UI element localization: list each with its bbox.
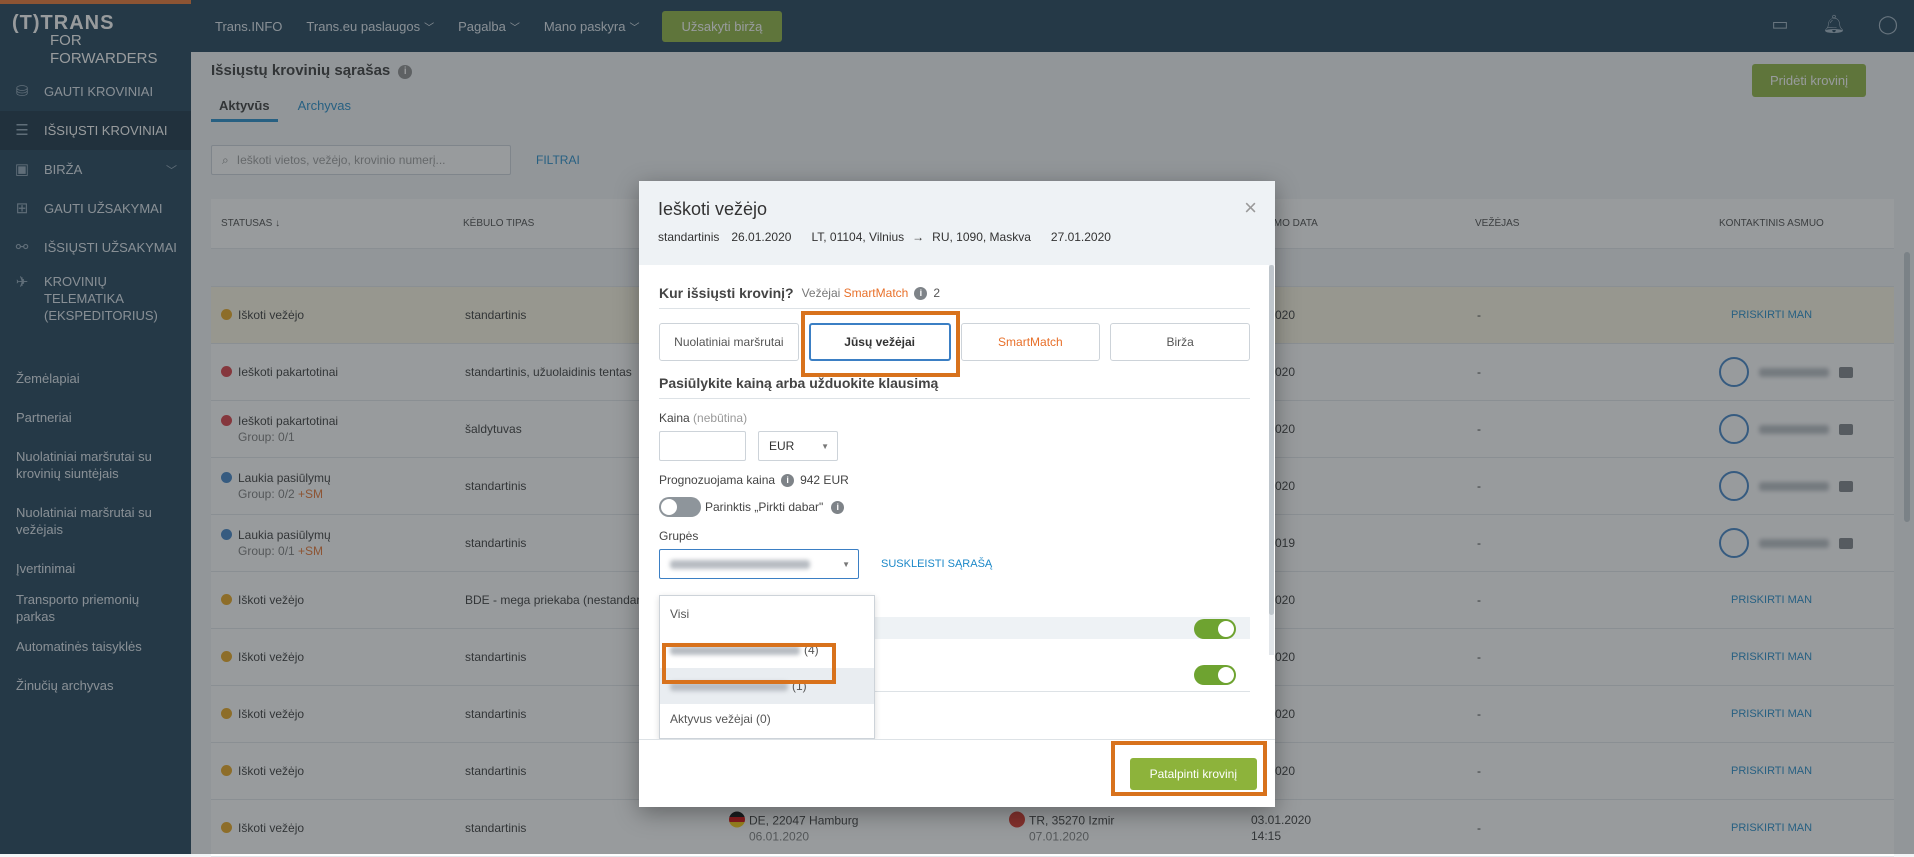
- toggle-knob: [661, 499, 677, 515]
- info-icon[interactable]: i: [914, 286, 928, 300]
- modal-footer: Patalpinti krovinį: [639, 739, 1275, 807]
- caret-down-icon: ▼: [842, 559, 850, 569]
- route-date-to: 27.01.2020: [1050, 230, 1111, 244]
- group-toggle[interactable]: [1194, 619, 1236, 639]
- route-body-type: standartinis: [658, 230, 720, 244]
- route-from: LT, 01104, Vilnius: [811, 230, 905, 244]
- option-smartmatch[interactable]: SmartMatch: [960, 323, 1101, 361]
- section-title: Kur išsiųsti krovinį?: [659, 285, 794, 301]
- smartmatch-text: SmartMatch: [843, 286, 909, 300]
- modal-header: Ieškoti vežėjo standartinis 26.01.2020 L…: [639, 181, 1275, 265]
- caret-down-icon: ▼: [821, 441, 829, 451]
- section-title: Pasiūlykite kainą arba užduokite klausim…: [659, 375, 939, 391]
- groups-row: ▼ SUSKLEISTI SĄRAŠĄ: [659, 549, 1250, 579]
- carriers-label: Vežėjai SmartMatch: [802, 286, 909, 300]
- price-label-text: Kaina: [659, 411, 690, 425]
- section-where-send: Kur išsiųsti krovinį? Vežėjai SmartMatch…: [659, 285, 1250, 309]
- forecast-value: 942 EUR: [800, 473, 849, 487]
- group-toggle[interactable]: [1194, 665, 1236, 685]
- place-load-button[interactable]: Patalpinti krovinį: [1129, 758, 1257, 790]
- info-icon[interactable]: i: [781, 473, 795, 487]
- find-carrier-modal: Ieškoti vežėjo standartinis 26.01.2020 L…: [639, 181, 1275, 807]
- dropdown-option-group-1[interactable]: (4): [660, 632, 874, 668]
- currency-value: EUR: [769, 439, 795, 453]
- modal-scrollbar[interactable]: [1269, 265, 1274, 655]
- groups-label: Grupės: [659, 529, 699, 543]
- divider: [875, 691, 1250, 692]
- groups-select[interactable]: ▼: [659, 549, 859, 579]
- buy-now-toggle[interactable]: [659, 497, 701, 517]
- route-date-from: 26.01.2020: [731, 230, 792, 244]
- blurred-group: [670, 645, 800, 655]
- price-input[interactable]: [659, 431, 746, 461]
- toggle-knob: [1218, 621, 1234, 637]
- info-icon[interactable]: i: [831, 500, 845, 514]
- price-optional: (nebūtina): [693, 411, 748, 425]
- dropdown-option-all[interactable]: Visi: [660, 596, 874, 632]
- modal-title: Ieškoti vežėjo: [658, 199, 768, 219]
- option-your-carriers[interactable]: Jūsų vežėjai: [808, 323, 951, 361]
- group-count: (4): [804, 643, 819, 657]
- option-exchange[interactable]: Birža: [1110, 323, 1250, 361]
- option-regular-routes[interactable]: Nuolatiniai maršrutai: [659, 323, 799, 361]
- scrollbar-thumb[interactable]: [1269, 265, 1274, 615]
- carriers-text: Vežėjai: [801, 286, 841, 300]
- forecast-row: Prognozuojama kaina i 942 EUR: [659, 473, 1250, 487]
- dropdown-option-group-2[interactable]: (1): [660, 668, 874, 704]
- group-count: (1): [792, 679, 807, 693]
- modal-route: standartinis 26.01.2020 LT, 01104, Vilni…: [658, 230, 1256, 244]
- carriers-count: 2: [933, 286, 941, 300]
- arrow-right-icon: →: [912, 230, 925, 244]
- price-row: EUR ▼: [659, 431, 1250, 461]
- toggle-knob: [1218, 667, 1234, 683]
- collapse-list-link[interactable]: SUSKLEISTI SĄRAŠĄ: [881, 558, 992, 570]
- modal-body: Kur išsiųsti krovinį? Vežėjai SmartMatch…: [639, 265, 1275, 739]
- price-label: Kaina (nebūtina): [659, 411, 1250, 425]
- groups-dropdown: Visi (4) (1) Aktyvus vežėjai (0): [659, 595, 875, 739]
- send-target-options: Nuolatiniai maršrutai Jūsų vežėjai Smart…: [659, 323, 1250, 361]
- currency-select[interactable]: EUR ▼: [758, 431, 838, 461]
- blurred-group: [670, 559, 810, 569]
- blurred-group: [670, 681, 788, 691]
- dropdown-option-active-carriers[interactable]: Aktyvus vežėjai (0): [660, 704, 874, 726]
- buy-now-label: Parinktis „Pirkti dabar": [705, 500, 824, 514]
- buy-now-row: Parinktis „Pirkti dabar" i: [659, 497, 1250, 517]
- section-offer-price: Pasiūlykite kainą arba užduokite klausim…: [659, 375, 1250, 399]
- close-icon[interactable]: ×: [1244, 197, 1257, 219]
- route-to: RU, 1090, Maskva: [932, 230, 1031, 244]
- forecast-label: Prognozuojama kaina: [659, 473, 776, 487]
